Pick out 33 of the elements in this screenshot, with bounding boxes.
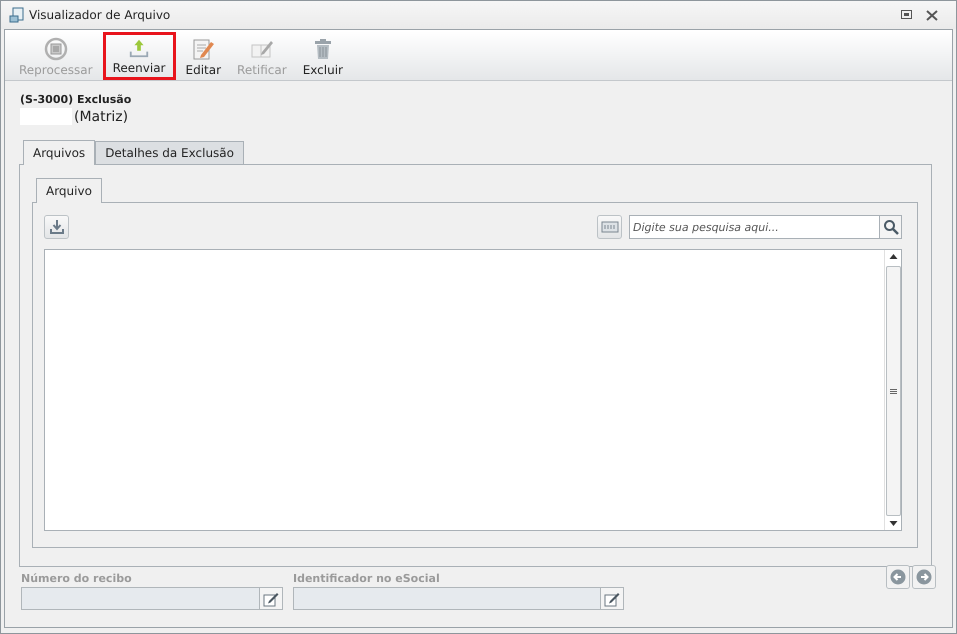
edit-button[interactable]: Editar xyxy=(180,32,228,80)
tab[interactable]: Detalhes da Exclusão xyxy=(95,141,244,164)
window-title: Visualizador de Arquivo xyxy=(29,8,172,22)
calculator-cycle-icon xyxy=(44,37,68,61)
search-field[interactable]: Digite sua pesquisa aqui... xyxy=(629,215,879,239)
tab[interactable]: Arquivos xyxy=(23,140,96,165)
edit-button[interactable] xyxy=(601,587,624,610)
field-label: Número do recibo xyxy=(21,572,133,585)
download-button[interactable] xyxy=(44,215,69,239)
delete-button[interactable]: Excluir xyxy=(296,32,349,80)
xml-file-icon xyxy=(600,221,618,233)
input-field[interactable] xyxy=(21,587,260,610)
search-icon xyxy=(882,219,898,235)
grip-icon xyxy=(890,388,896,394)
restore-icon[interactable] xyxy=(901,10,912,18)
close-icon[interactable] xyxy=(926,10,938,20)
record-title: (S-3000) Exclusão xyxy=(20,93,132,106)
next-button[interactable] xyxy=(912,565,936,589)
edit-icon xyxy=(263,590,279,606)
search-button[interactable] xyxy=(879,215,902,239)
input-field[interactable] xyxy=(293,587,601,610)
field-label: Identificador no eSocial xyxy=(293,572,441,585)
document-viewer-icon xyxy=(9,7,25,23)
download-icon xyxy=(48,219,64,235)
edit-document-icon xyxy=(191,37,216,61)
edit-button[interactable] xyxy=(260,587,283,610)
previous-button[interactable] xyxy=(886,565,910,589)
scrollbar[interactable] xyxy=(884,250,901,530)
xml-button[interactable] xyxy=(597,215,622,239)
edit-icon xyxy=(604,590,620,606)
upload-button[interactable]: Reenviar xyxy=(102,32,176,80)
company-name: (Matriz) xyxy=(74,108,128,124)
tab[interactable]: Arquivo xyxy=(36,178,102,203)
